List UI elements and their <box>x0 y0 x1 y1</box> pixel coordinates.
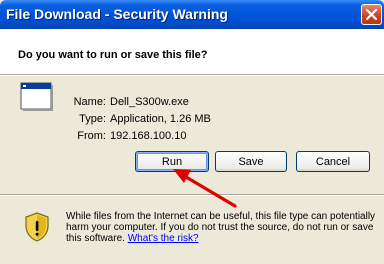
annotation-arrow <box>173 169 237 208</box>
dialog-bottom-edge <box>0 258 384 264</box>
file-download-dialog: File Download - Security Warning Do you … <box>0 0 384 264</box>
